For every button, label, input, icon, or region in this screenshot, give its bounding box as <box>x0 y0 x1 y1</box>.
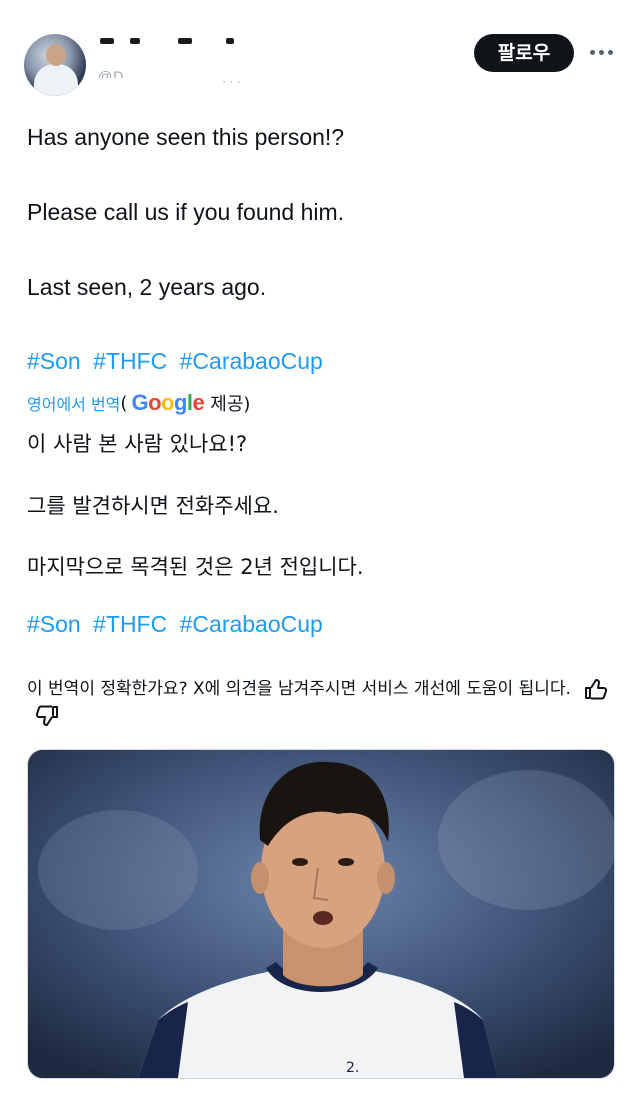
display-name-redacted[interactable] <box>100 38 250 48</box>
tweet-hashtags: #Son #THFC #CarabaoCup <box>27 348 329 375</box>
google-logo: Google <box>131 390 205 415</box>
translated-hashtags: #Son #THFC #CarabaoCup <box>27 611 329 638</box>
translation-feedback: 이 번역이 정확한가요? X에 의견을 남겨주시면 서비스 개선에 도움이 됩니… <box>27 676 623 730</box>
thumbs-up-icon[interactable] <box>584 678 608 700</box>
tweet-text-line-1: Has anyone seen this person!? <box>27 124 345 150</box>
hashtag-link[interactable]: #CarabaoCup <box>180 611 323 637</box>
translation-attribution: 영어에서 번역 ( Google 제공) <box>27 388 250 418</box>
player-photo-illustration: 2. <box>28 750 614 1078</box>
more-horizontal-icon[interactable] <box>586 40 616 64</box>
tweet-header: @D · · · 팔로우 <box>0 0 640 110</box>
thumbs-down-icon[interactable] <box>35 705 59 727</box>
translated-from-link[interactable]: 영어에서 번역 <box>27 391 120 415</box>
translated-line-3: 마지막으로 목격된 것은 2년 전입니다. <box>27 555 364 579</box>
hashtag-link[interactable]: #Son <box>27 348 81 374</box>
profile-avatar[interactable] <box>24 34 86 96</box>
follow-button[interactable]: 팔로우 <box>474 34 574 72</box>
tweet-text-line-2: Please call us if you found him. <box>27 199 345 225</box>
translated-line-2: 그를 발견하시면 전화주세요. <box>27 494 279 518</box>
user-handle: @D <box>98 68 125 78</box>
hashtag-link[interactable]: #THFC <box>93 348 167 374</box>
tweet-text-line-3: Last seen, 2 years ago. <box>27 274 267 300</box>
tweet-photo[interactable]: 2. <box>27 749 615 1079</box>
translation-provider-suffix: 제공) <box>210 394 251 415</box>
svg-text:2.: 2. <box>346 1060 359 1076</box>
translated-line-1: 이 사람 본 사람 있나요!? <box>27 432 248 456</box>
feedback-text: 이 번역이 정확한가요? X에 의견을 남겨주시면 서비스 개선에 도움이 됩니… <box>27 679 571 699</box>
hashtag-link[interactable]: #Son <box>27 611 81 637</box>
hashtag-link[interactable]: #CarabaoCup <box>180 348 323 374</box>
handle-redacted-marks: · · · <box>222 74 241 88</box>
hashtag-link[interactable]: #THFC <box>93 611 167 637</box>
translation-open-paren: ( <box>120 392 128 414</box>
